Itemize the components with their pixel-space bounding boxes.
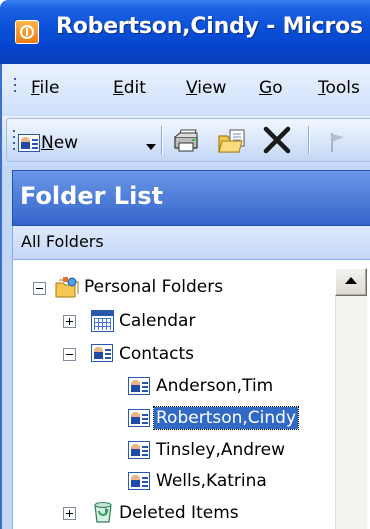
toolbar-grip-icon[interactable] <box>13 130 15 152</box>
all-folders-label: All Folders <box>21 232 104 251</box>
contact-item-icon <box>128 409 150 427</box>
collapse-contacts-icon[interactable] <box>63 348 76 361</box>
tree-item-contact[interactable]: Wells,Katrina <box>154 470 269 492</box>
print-icon[interactable] <box>172 128 200 154</box>
move-to-folder-icon[interactable] <box>218 127 248 155</box>
personal-folders-icon <box>55 277 79 298</box>
tree-item-contacts[interactable]: Contacts <box>117 343 196 365</box>
tree-item-calendar[interactable]: Calendar <box>117 310 197 332</box>
expand-deleted-items-icon[interactable] <box>63 507 76 520</box>
menu-go[interactable]: Go <box>259 78 283 98</box>
menu-bar-grip-icon[interactable] <box>14 78 16 98</box>
contact-item-icon <box>128 472 150 490</box>
toolbar-separator <box>161 126 163 154</box>
vertical-scrollbar[interactable] <box>335 296 367 529</box>
deleted-items-icon <box>94 502 112 523</box>
outlook-window: Robertson,Cindy - Micros File Edit View … <box>0 0 370 529</box>
new-contact-icon[interactable] <box>18 134 40 152</box>
collapse-personal-folders-icon[interactable] <box>33 282 46 295</box>
new-button[interactable]: New <box>41 133 78 153</box>
menu-edit[interactable]: Edit <box>113 78 146 98</box>
outlook-app-icon[interactable] <box>15 20 39 44</box>
scroll-up-button[interactable] <box>335 268 367 296</box>
contacts-folder-icon <box>91 344 113 362</box>
new-dropdown-arrow-icon[interactable] <box>146 144 156 150</box>
tree-item-deleted-items[interactable]: Deleted Items <box>117 502 241 524</box>
tree-item-contact[interactable]: Tinsley,Andrew <box>154 439 287 461</box>
window-title: Robertson,Cindy - Micros <box>56 14 363 39</box>
menu-tools[interactable]: Tools <box>318 78 360 98</box>
delete-icon[interactable] <box>262 125 292 155</box>
contact-item-icon <box>128 377 150 395</box>
expand-calendar-icon[interactable] <box>63 315 76 328</box>
contact-item-icon <box>128 441 150 459</box>
calendar-icon <box>91 310 114 332</box>
menu-file[interactable]: File <box>31 78 59 98</box>
title-bar[interactable]: Robertson,Cindy - Micros <box>0 0 370 64</box>
tree-item-personal-folders[interactable]: Personal Folders <box>82 276 225 298</box>
follow-up-flag-icon[interactable] <box>329 131 347 153</box>
toolbar-separator <box>308 126 310 154</box>
menu-view[interactable]: View <box>186 78 226 98</box>
tree-item-contact[interactable]: Anderson,Tim <box>154 375 275 397</box>
tree-item-contact-selected[interactable]: Robertson,Cindy <box>152 406 300 430</box>
folder-pane-title: Folder List <box>20 182 164 210</box>
